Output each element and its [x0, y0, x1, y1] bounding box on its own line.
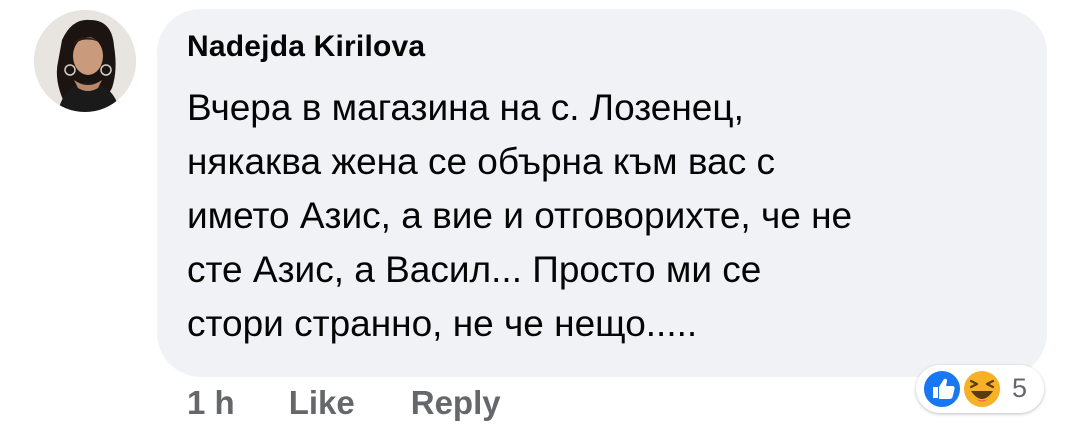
- haha-reaction-icon: [962, 369, 1002, 409]
- reactions-summary[interactable]: 5: [916, 365, 1046, 415]
- comment-timestamp[interactable]: 1 h: [187, 384, 235, 422]
- comment-author[interactable]: Nadejda Kirilova: [187, 30, 425, 64]
- like-reaction-icon: [922, 369, 962, 409]
- comment-actions: 1 h Like Reply: [187, 384, 501, 422]
- avatar[interactable]: [34, 10, 136, 112]
- reaction-count: 5: [1012, 373, 1028, 403]
- reply-button[interactable]: Reply: [411, 384, 501, 422]
- comment-text: Вчера в магазина на с. Лозенец, някаква …: [187, 87, 853, 344]
- avatar-photo: [34, 10, 136, 112]
- like-button[interactable]: Like: [289, 384, 355, 422]
